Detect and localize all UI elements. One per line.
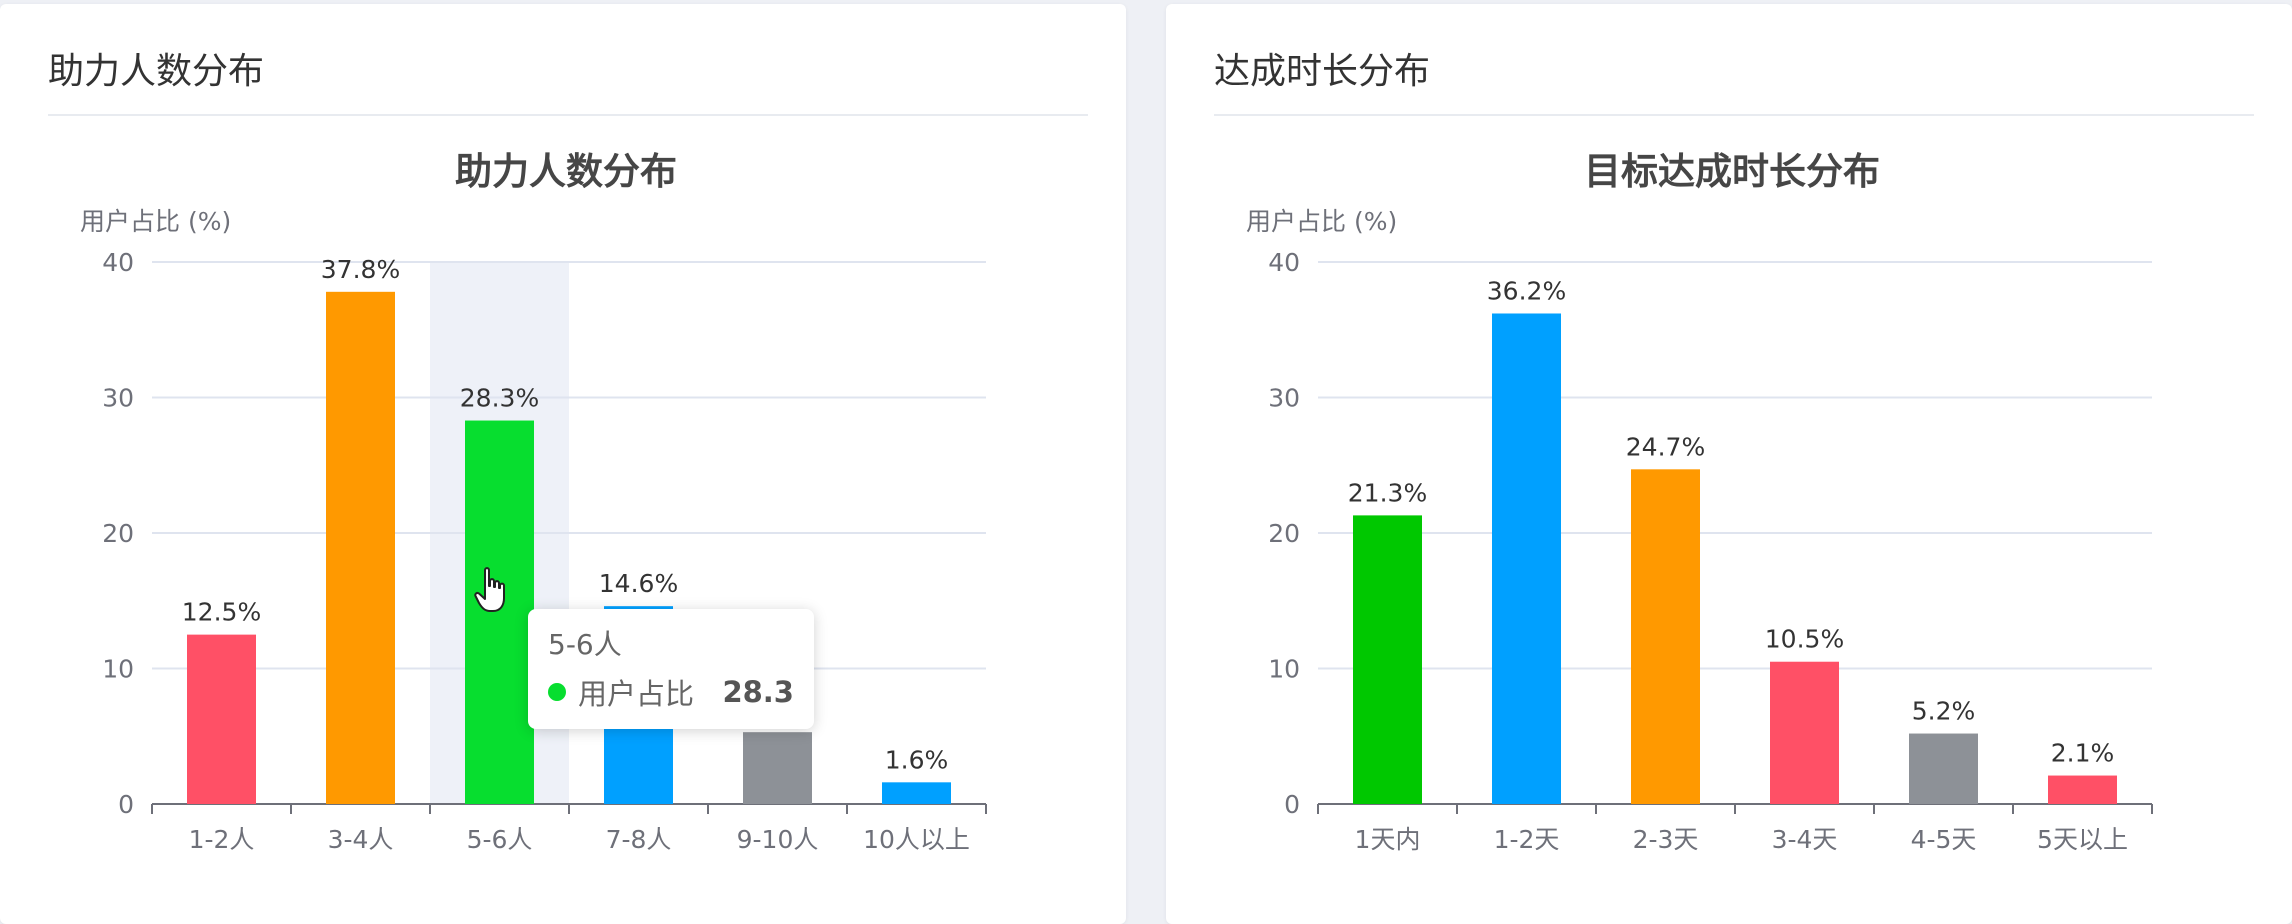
chart-tooltip: 5-6人 用户占比 28.3 xyxy=(528,609,814,729)
x-tick-label: 1-2天 xyxy=(1494,825,1560,854)
data-label: 21.3% xyxy=(1348,478,1427,507)
left-chart-card: 助力人数分布 助力人数分布用户占比 (%) 0 10 20 30 40 12.5% 1-2人 3… xyxy=(0,4,1126,924)
bar xyxy=(2048,775,2117,804)
data-label: 14.6% xyxy=(599,569,678,598)
chart-title: 助力人数分布 xyxy=(455,150,677,193)
tooltip-value: 28.3 xyxy=(722,675,794,709)
y-tick-label: 30 xyxy=(102,384,134,413)
bar-chart-helpers: 助力人数分布用户占比 (%) 0 10 20 30 40 12.5% 1-2人 37.8% 3-4… xyxy=(80,150,987,854)
x-tick-label: 9-10人 xyxy=(737,825,819,854)
y-tick-label: 30 xyxy=(1268,384,1300,413)
tooltip-row: 用户占比 28.3 xyxy=(548,671,794,713)
hand-pointer-icon xyxy=(474,567,505,612)
data-label: 24.7% xyxy=(1626,432,1705,461)
y-tick-label: 0 xyxy=(118,790,134,819)
x-tick-label: 5天以上 xyxy=(2037,825,2128,854)
tooltip-title: 5-6人 xyxy=(548,628,622,661)
x-tick-label: 3-4天 xyxy=(1772,825,1838,854)
x-tick-label: 1天内 xyxy=(1355,825,1421,854)
bar xyxy=(1492,313,1561,804)
bar xyxy=(1770,661,1839,804)
tooltip-series-marker xyxy=(548,683,566,701)
bar xyxy=(882,782,951,804)
x-tick-label: 10人以上 xyxy=(863,825,970,854)
y-axis-label: 用户占比 (%) xyxy=(80,207,231,236)
data-label: 10.5% xyxy=(1765,625,1844,654)
x-tick-label: 2-3天 xyxy=(1633,825,1699,854)
y-tick-label: 0 xyxy=(1284,790,1300,819)
bar xyxy=(1631,469,1700,804)
bar xyxy=(1909,733,1978,804)
y-tick-label: 10 xyxy=(1268,655,1300,684)
y-tick-label: 10 xyxy=(102,655,134,684)
bar xyxy=(1353,515,1422,804)
bar xyxy=(743,732,812,804)
data-label: 2.1% xyxy=(2051,739,2115,768)
x-tick-label: 1-2人 xyxy=(189,825,255,854)
x-tick-label: 4-5天 xyxy=(1911,825,1977,854)
y-tick-label: 40 xyxy=(1268,248,1300,277)
bar xyxy=(187,634,256,804)
data-label: 37.8% xyxy=(321,255,400,284)
y-tick-label: 20 xyxy=(102,519,134,548)
chart-title: 目标达成时长分布 xyxy=(1584,150,1880,193)
tooltip-series-name: 用户占比 xyxy=(578,677,695,711)
data-label: 12.5% xyxy=(182,598,261,627)
y-axis-label: 用户占比 (%) xyxy=(1246,207,1397,236)
y-tick-label: 40 xyxy=(102,248,134,277)
y-tick-label: 20 xyxy=(1268,519,1300,548)
data-label: 36.2% xyxy=(1487,276,1566,305)
bar-chart: 目标达成时长分布用户占比 (%) 0 10 20 30 40 21.3% 1天内 36.2% 1-… xyxy=(1246,150,2153,854)
bar xyxy=(326,291,395,804)
data-label: 5.2% xyxy=(1912,697,1976,726)
right-chart-card: 达成时长分布 目标达成时长分布 用户占比 (%) 0 10 20 30 40 21.3% 1天内… xyxy=(1166,4,2292,924)
x-tick-label: 3-4人 xyxy=(328,825,394,854)
x-tick-label: 7-8人 xyxy=(606,825,672,854)
data-label: 28.3% xyxy=(460,384,539,413)
x-tick-label: 5-6人 xyxy=(467,825,533,854)
data-label: 1.6% xyxy=(885,745,949,774)
